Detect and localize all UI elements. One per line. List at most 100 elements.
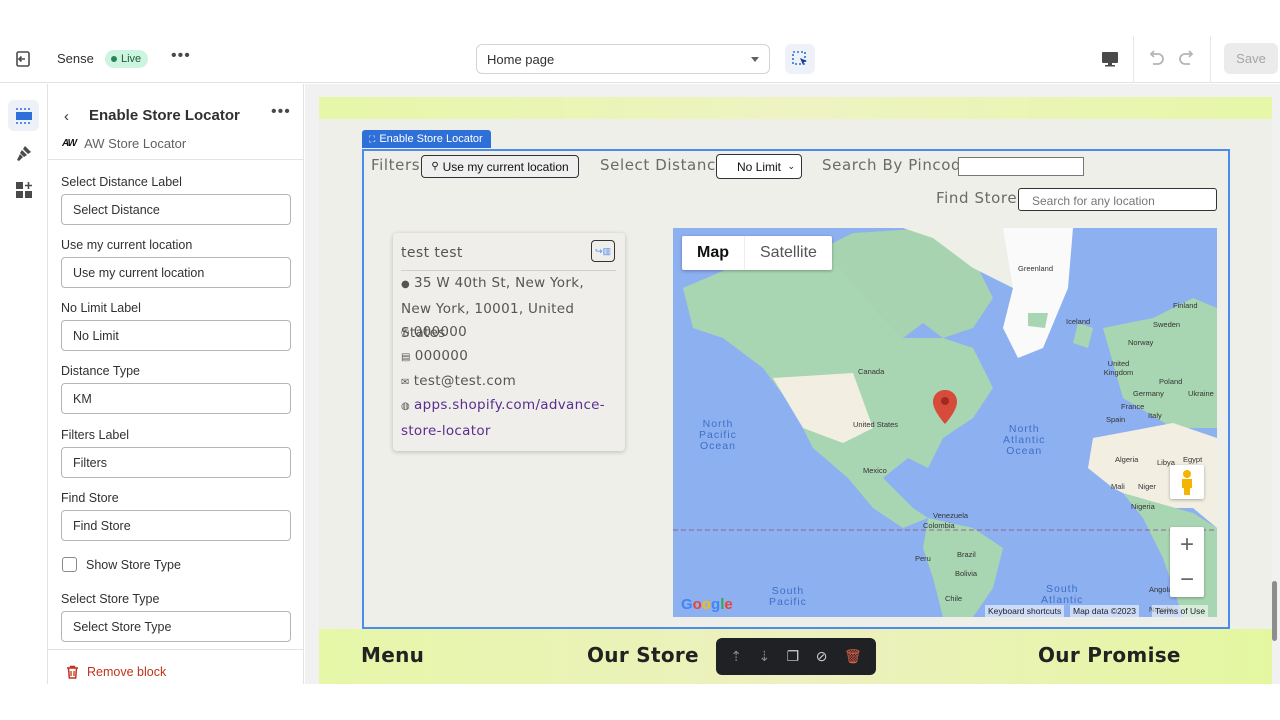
inspector-button[interactable] — [785, 44, 815, 74]
distance-select-value: No Limit — [736, 159, 781, 174]
map-marker-icon[interactable] — [933, 390, 957, 424]
checkbox-box[interactable] — [62, 557, 77, 572]
person-icon: ⚲ — [431, 161, 439, 172]
pincode-input[interactable] — [958, 157, 1084, 176]
divider — [1210, 36, 1211, 83]
zoom-out-button[interactable]: − — [1170, 562, 1204, 597]
pincode-label: Search By Pincode: — [822, 156, 977, 174]
checkbox-label: Show Store Type — [86, 557, 181, 572]
field-find-store: Find Store Find Store — [61, 491, 291, 541]
map-type-map-button[interactable]: Map — [682, 236, 745, 270]
top-bar: Sense Live ••• Home page Save — [0, 36, 1280, 83]
desktop-preview-icon[interactable] — [1101, 50, 1119, 68]
distance-select[interactable]: No Limit ⌄ — [716, 154, 802, 179]
selected-block-tag[interactable]: ⛶ Enable Store Locator — [362, 130, 491, 148]
show-store-type-checkbox[interactable]: Show Store Type — [62, 557, 181, 572]
canvas-scrollbar[interactable] — [1272, 581, 1277, 641]
street-view-pegman[interactable] — [1170, 465, 1204, 499]
field-current-location: Use my current location Use my current lo… — [61, 238, 291, 288]
remove-block-button[interactable]: Remove block — [66, 665, 166, 679]
use-location-button[interactable]: ⚲ Use my current location — [421, 155, 579, 178]
find-store-search-input[interactable]: Search for any location — [1018, 188, 1217, 211]
map-label: Algeria — [1115, 455, 1139, 464]
map-label: Sweden — [1153, 320, 1181, 329]
filters-label-input[interactable]: Filters — [61, 447, 291, 478]
fax-icon: ▤ — [401, 352, 411, 363]
exit-icon[interactable] — [14, 50, 32, 68]
footer-heading-our-promise: Our Promise — [1038, 643, 1181, 667]
map-label: Brazil — [957, 550, 976, 559]
envelope-icon: ✉ — [401, 377, 410, 388]
store-phone: ✆ 000000 — [401, 320, 616, 346]
hide-icon[interactable]: ⊘ — [816, 648, 828, 665]
map-label: Venezuela — [933, 511, 969, 520]
field-store-type: Select Store Type Select Store Type — [61, 592, 291, 642]
map-label: Colombia — [923, 521, 955, 530]
find-store-label: Find Store : — [936, 189, 1029, 207]
block-more-button[interactable]: ••• — [271, 103, 291, 121]
ocean-label: South Atlantic — [1041, 583, 1084, 606]
page-selector[interactable]: Home page — [476, 44, 770, 74]
find-store-input[interactable]: Find Store — [61, 510, 291, 541]
remove-block-label: Remove block — [87, 665, 167, 679]
field-label: Filters Label — [61, 428, 130, 442]
rail-item-theme-settings[interactable] — [8, 137, 39, 168]
phone-icon: ✆ — [401, 328, 410, 339]
google-map[interactable]: Map Satellite Greenland Iceland Finland … — [673, 228, 1217, 617]
map-type-toggle: Map Satellite — [682, 236, 832, 270]
store-name: Sense — [57, 51, 94, 66]
duplicate-icon[interactable]: ❐ — [787, 648, 800, 665]
field-label: Use my current location — [61, 238, 193, 252]
trash-icon — [67, 665, 78, 679]
map-label: Mexico — [863, 466, 887, 475]
move-down-icon[interactable]: ⇣ — [758, 648, 770, 665]
rail-item-sections[interactable] — [8, 100, 39, 131]
trash-icon[interactable]: 🗑 — [844, 648, 862, 665]
field-distance-type: Distance Type KM — [61, 364, 291, 414]
ocean-label: South Pacific — [769, 585, 807, 608]
app-name: AW Store Locator — [84, 136, 187, 151]
map-label: Angola — [1149, 585, 1173, 594]
save-button[interactable]: Save — [1224, 43, 1278, 74]
store-card[interactable]: test test ↪▥ ● 35 W 40th St, New York, Ne… — [393, 233, 625, 451]
app-logo: AW — [62, 138, 77, 149]
keyboard-shortcuts-link[interactable]: Keyboard shortcuts — [985, 605, 1065, 617]
store-website-link[interactable]: apps.shopify.com/advance-store-locator — [401, 397, 605, 439]
no-limit-label-input[interactable]: No Limit — [61, 320, 291, 351]
undo-icon[interactable] — [1145, 48, 1167, 70]
ocean-label: North Pacific Ocean — [699, 418, 737, 452]
field-label: Find Store — [61, 491, 119, 505]
map-label: Chile — [945, 594, 963, 603]
map-label: United States — [853, 420, 899, 429]
map-label: Nigeria — [1131, 502, 1155, 511]
store-fax-text: 000000 — [414, 348, 469, 364]
map-label: Italy — [1148, 411, 1162, 420]
back-button[interactable]: ‹ — [64, 108, 69, 125]
store-type-input[interactable]: Select Store Type — [61, 611, 291, 642]
map-label: Norway — [1128, 338, 1154, 347]
map-label: Poland — [1159, 377, 1183, 386]
google-logo: Google — [681, 596, 733, 613]
select-distance-label: Select Distance: — [600, 156, 732, 174]
status-badge: Live — [105, 50, 149, 68]
terms-of-use-link[interactable]: Terms of Use — [1152, 605, 1209, 617]
divider — [1133, 36, 1134, 83]
store-name: test test — [401, 245, 463, 261]
zoom-in-button[interactable]: + — [1170, 527, 1204, 562]
current-location-input[interactable]: Use my current location — [61, 257, 291, 288]
block-tag-label: Enable Store Locator — [379, 133, 483, 145]
directions-button[interactable]: ↪▥ — [591, 240, 615, 262]
more-actions-button[interactable]: ••• — [171, 47, 191, 65]
redo-icon[interactable] — [1176, 48, 1198, 70]
move-up-icon[interactable]: ⇡ — [730, 648, 742, 665]
footer-heading-our-store: Our Store — [587, 643, 699, 667]
map-type-satellite-button[interactable]: Satellite — [745, 236, 832, 270]
map-label: Spain — [1106, 415, 1126, 424]
map-label: Iceland — [1066, 317, 1091, 326]
map-pin-icon: ● — [401, 279, 411, 290]
directions-icon: ↪▥ — [594, 245, 612, 256]
select-distance-label-input[interactable]: Select Distance — [61, 194, 291, 225]
map-label: Finland — [1173, 301, 1198, 310]
distance-type-input[interactable]: KM — [61, 383, 291, 414]
rail-item-app-embeds[interactable] — [8, 174, 39, 205]
